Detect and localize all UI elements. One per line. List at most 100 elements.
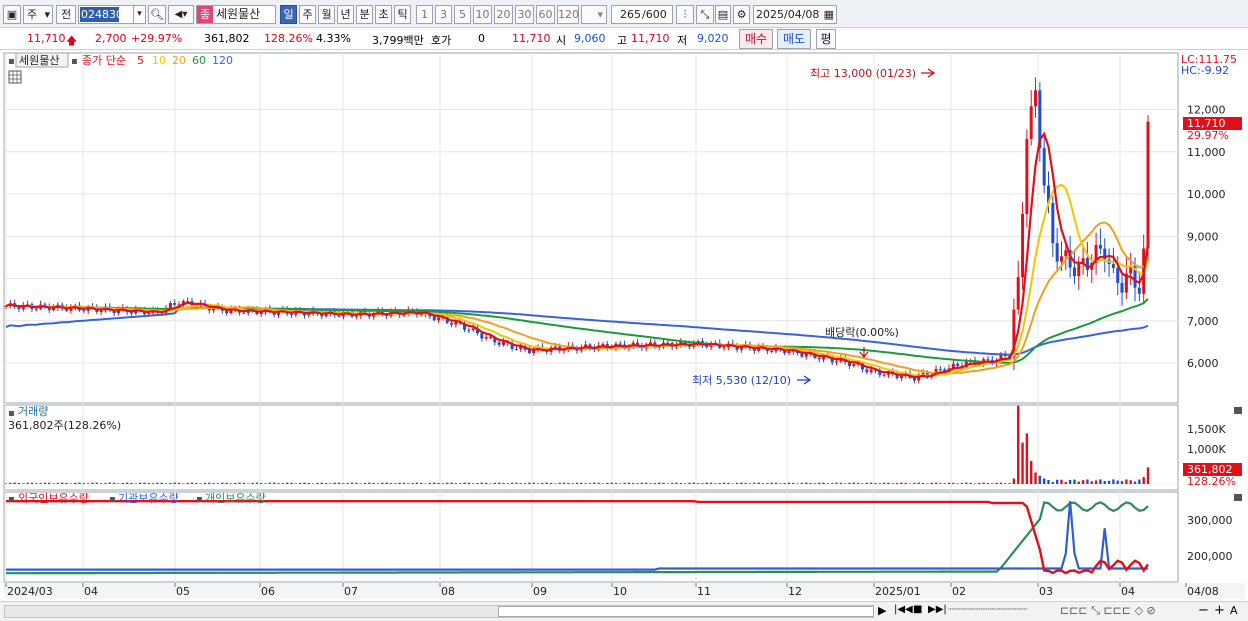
chart-area[interactable]: ▪ 세원물산 ▪ 종가 단순 5 10 20 60 120 LC:111.75 …: [0, 50, 1248, 621]
period-second[interactable]: 초: [375, 5, 392, 24]
table-icon[interactable]: [8, 70, 22, 84]
avg-button[interactable]: 평: [816, 29, 836, 49]
stock-name-box[interactable]: 종 세원물산: [196, 5, 276, 24]
zoom-in-icon[interactable]: +: [1214, 603, 1225, 618]
volume-panel[interactable]: [3, 404, 1179, 491]
interval-10[interactable]: 10: [473, 5, 492, 24]
volume-bar: [385, 482, 388, 484]
sell-button[interactable]: 매도: [777, 29, 811, 49]
volume-bar: [982, 482, 985, 484]
volume-bar: [186, 482, 189, 484]
panel-close-icon[interactable]: [1234, 407, 1242, 414]
text-size-icon[interactable]: A: [1230, 604, 1238, 617]
interval-3[interactable]: 3: [435, 5, 452, 24]
volume-bar: [787, 482, 791, 484]
candle-style-icon[interactable]: ⫶: [676, 5, 694, 24]
volume-bar: [714, 483, 717, 484]
type-select[interactable]: 주 ▾: [23, 5, 53, 24]
volume-bar: [601, 483, 605, 484]
candle-body: [354, 315, 358, 317]
scroll-right-icon[interactable]: ▶: [878, 604, 886, 617]
volume-bar: [562, 482, 566, 484]
volume-bar: [800, 482, 804, 484]
interval-1[interactable]: 1: [416, 5, 433, 24]
volume-bar: [761, 483, 765, 484]
volume-bar: [251, 482, 254, 484]
save-icon[interactable]: ▤: [715, 5, 731, 24]
speaker-icon[interactable]: ◀▾: [168, 5, 194, 24]
interval-20[interactable]: 20: [494, 5, 513, 24]
volume-bar: [1146, 467, 1150, 484]
period-day[interactable]: 일: [280, 5, 297, 24]
volume-subtitle: 361,802주(128.26%): [8, 419, 121, 432]
volume-bar: [82, 483, 86, 484]
price-tick: 8,000: [1187, 273, 1219, 286]
first-icon[interactable]: |◀◀: [894, 604, 913, 615]
volume-bar: [554, 483, 557, 484]
volume-bar: [285, 482, 289, 484]
volume-bar: [277, 483, 280, 484]
volume-bar: [822, 482, 825, 484]
gear-icon[interactable]: ⚙: [733, 5, 750, 24]
volume-bar: [134, 483, 137, 484]
panel-close-icon[interactable]: [1234, 494, 1242, 501]
volume-bar: [1042, 478, 1046, 484]
chevron-down-icon[interactable]: ▾: [133, 5, 146, 24]
volume-bar: [510, 482, 514, 484]
count-input[interactable]: 265/600: [611, 5, 673, 24]
zoom-out-icon[interactable]: −: [1198, 603, 1209, 618]
x-axis-label: 05: [176, 585, 190, 598]
volume-bar: [1012, 478, 1016, 484]
volume-bar: [835, 482, 838, 484]
interval-120[interactable]: 120: [557, 5, 579, 24]
search-icon[interactable]: 🔍︎: [148, 5, 166, 24]
scroll-thumb[interactable]: [498, 606, 874, 617]
calendar-icon[interactable]: ▦: [824, 6, 834, 23]
volume-bar: [567, 483, 570, 484]
interval-5[interactable]: 5: [454, 5, 471, 24]
period-week[interactable]: 주: [299, 5, 316, 24]
interval-custom-select[interactable]: ▾: [581, 5, 607, 24]
volume-bar: [623, 482, 626, 484]
period-year[interactable]: 년: [337, 5, 354, 24]
period-month[interactable]: 월: [318, 5, 335, 24]
candle-body: [225, 310, 229, 314]
period-tick[interactable]: 틱: [394, 5, 411, 24]
volume-bar: [965, 482, 968, 484]
stop-icon[interactable]: ■: [913, 604, 922, 615]
period-minute[interactable]: 분: [356, 5, 373, 24]
price-panel[interactable]: [3, 52, 1179, 404]
volume-bar: [523, 483, 527, 484]
last-icon[interactable]: ▶▶|: [928, 604, 947, 615]
volume-bar: [342, 483, 345, 484]
volume-bar: [112, 482, 116, 484]
volume-bar: [290, 482, 293, 484]
volume-bar: [1107, 480, 1111, 484]
price-tick: 10,000: [1187, 188, 1226, 201]
volume-bar: [748, 483, 752, 484]
interval-30[interactable]: 30: [515, 5, 534, 24]
chart-menu-icon[interactable]: ▣: [3, 5, 21, 24]
volume-bar: [1030, 461, 1033, 484]
prev-button[interactable]: 전: [56, 5, 76, 24]
code-input[interactable]: 024830: [80, 7, 123, 22]
volume-bar: [779, 483, 782, 484]
interval-60[interactable]: 60: [536, 5, 555, 24]
volume-bar: [653, 483, 657, 484]
volume-bar: [904, 482, 907, 484]
volume-bar: [329, 483, 332, 484]
x-axis-label: 2024/03: [7, 585, 53, 598]
tool-icons[interactable]: ⊏⊏⊏ ⤡ ⊏⊏⊏ ◇ ⊘: [1060, 604, 1156, 618]
volume-bar: [164, 483, 168, 484]
buy-button[interactable]: 매수: [739, 29, 773, 49]
volume-bar: [17, 483, 21, 484]
zoom-slider-icon[interactable]: ┈┈┈┈┈┈┈┈┈┈┈: [948, 602, 1027, 616]
date-input[interactable]: 2025/04/08 ▦: [753, 5, 837, 24]
candle-body: [869, 369, 873, 373]
draw-tool-icon[interactable]: ⤡: [696, 5, 714, 24]
x-axis-label: 03: [1039, 585, 1053, 598]
volume-bar: [930, 482, 933, 484]
chart-svg[interactable]: ▪ 세원물산 ▪ 종가 단순 5 10 20 60 120 LC:111.75 …: [0, 50, 1248, 601]
volume-bar: [1025, 433, 1029, 484]
volume-bar: [411, 483, 414, 484]
